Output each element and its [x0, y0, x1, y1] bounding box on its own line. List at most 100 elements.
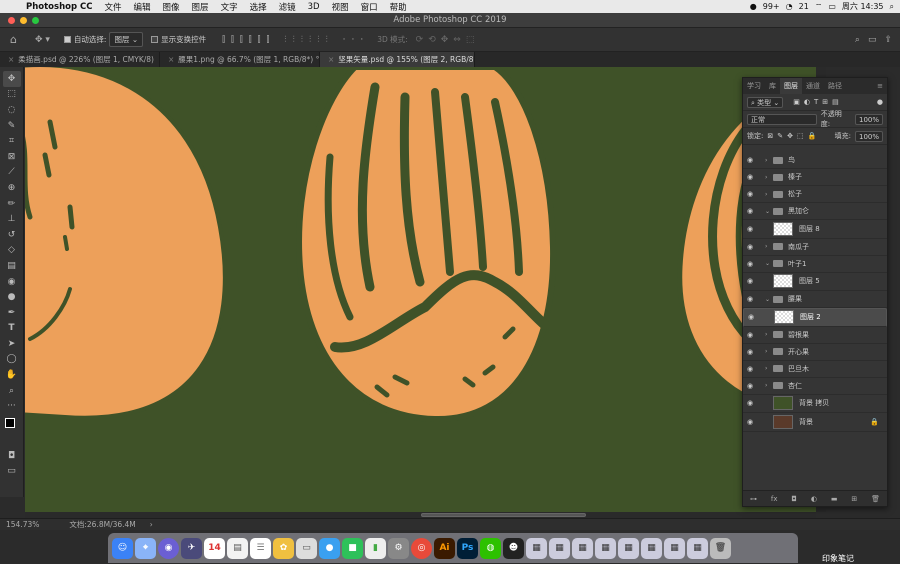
menu-view[interactable]: 视图	[326, 1, 355, 13]
layer-row-group[interactable]: ◉ › 开心果	[743, 344, 887, 361]
shape-tool-icon[interactable]: ◯	[3, 352, 21, 368]
layer-row-group[interactable]: ◉ › 榛子	[743, 169, 887, 186]
quick-select-tool-icon[interactable]: ✎	[3, 118, 21, 134]
adjustment-layer-icon[interactable]: ◐	[811, 495, 817, 503]
siri-icon[interactable]: ◉	[158, 537, 179, 559]
battery-icon[interactable]: ▭	[828, 2, 836, 11]
add-mask-icon[interactable]: ◘	[791, 495, 797, 503]
visibility-eye-icon[interactable]: ◉	[747, 348, 757, 356]
search-icon[interactable]: ⌕	[855, 35, 860, 45]
zoom-window-button[interactable]	[32, 17, 39, 24]
preview-icon[interactable]: ▭	[296, 537, 317, 559]
notes-icon[interactable]: ▤	[227, 537, 248, 559]
visibility-eye-icon[interactable]: ◉	[747, 277, 757, 285]
filter-icons[interactable]: ▣◐T⊞▤	[793, 98, 842, 106]
lock-icons[interactable]: ⊠✎✥⬚🔒	[767, 132, 820, 140]
lasso-tool-icon[interactable]: ◌	[3, 102, 21, 118]
layer-row[interactable]: ◉ 图层 8	[743, 220, 887, 239]
notification-icon[interactable]: ◔	[786, 2, 793, 11]
expand-arrow-icon[interactable]: ›	[765, 157, 773, 164]
document-canvas[interactable]	[25, 67, 816, 512]
window-thumb-icon[interactable]: ▦	[572, 537, 593, 559]
trash-icon[interactable]: 🗑	[710, 537, 731, 559]
visibility-eye-icon[interactable]: ◉	[747, 207, 757, 215]
home-icon[interactable]: ⌂	[10, 33, 17, 46]
menu-3d[interactable]: 3D	[302, 2, 326, 12]
layer-row-group[interactable]: ◉ ⌄ 叶子1	[743, 256, 887, 273]
layer-row-group[interactable]: ◉ ⌄ 黑加仑	[743, 203, 887, 220]
filter-toggle-icon[interactable]: ●	[877, 98, 883, 106]
history-brush-tool-icon[interactable]: ↺	[3, 227, 21, 243]
screen-mode-icon[interactable]: ▭	[3, 464, 21, 480]
gradient-tool-icon[interactable]: ▤	[3, 258, 21, 274]
maps-icon[interactable]: ⌖	[135, 537, 156, 559]
launchpad-icon[interactable]: ✈	[181, 537, 202, 559]
qq-icon[interactable]: ☻	[503, 537, 524, 559]
desktop-app-label[interactable]: 印象笔记	[822, 553, 854, 564]
layer-row-group[interactable]: ◉ › 杏仁	[743, 378, 887, 395]
quick-mask-icon[interactable]: ◘	[3, 448, 21, 464]
photos-icon[interactable]: ✿	[273, 537, 294, 559]
align-icons[interactable]: ⫿⫿⫿⫿⫿⫿ ⫶⫶⫶⫶⫶⫶ ···	[222, 35, 369, 45]
menu-window[interactable]: 窗口	[355, 1, 384, 13]
layer-row-selected[interactable]: ◉ 图层 2	[743, 308, 887, 327]
finder-icon[interactable]: ☺	[112, 537, 133, 559]
wechat-dock-icon[interactable]: ◍	[480, 537, 501, 559]
menu-type[interactable]: 文字	[215, 1, 244, 13]
layer-row-group[interactable]: ◉ › 松子	[743, 186, 887, 203]
blur-tool-icon[interactable]: ◉	[3, 274, 21, 290]
close-tab-icon[interactable]: ×	[328, 55, 334, 64]
delete-layer-icon[interactable]: 🗑	[871, 495, 880, 503]
link-layers-icon[interactable]: ⊶	[750, 495, 757, 503]
opacity-field[interactable]: 100%	[854, 113, 883, 125]
eyedropper-tool-icon[interactable]: ⟋	[3, 165, 21, 181]
expand-arrow-icon[interactable]: ›	[765, 174, 773, 181]
color-swatches-icon[interactable]	[3, 414, 21, 442]
illustrator-icon[interactable]: Ai	[434, 537, 455, 559]
expand-arrow-icon[interactable]: ›	[765, 382, 773, 389]
tab-paths[interactable]: 路径	[824, 78, 846, 94]
numbers-icon[interactable]: ▮	[365, 537, 386, 559]
reminders-icon[interactable]: ☰	[250, 537, 271, 559]
layer-row-group[interactable]: ◉ › 鸟	[743, 152, 887, 169]
window-thumb-icon[interactable]: ▦	[595, 537, 616, 559]
visibility-eye-icon[interactable]: ◉	[747, 260, 757, 268]
marquee-tool-icon[interactable]: ⬚	[3, 87, 21, 103]
expand-arrow-icon[interactable]: ›	[765, 348, 773, 355]
tab-libraries[interactable]: 库	[765, 78, 780, 94]
close-tab-icon[interactable]: ×	[168, 55, 174, 64]
3d-controls-icons[interactable]: ⟳⟲✥⇔⬚	[416, 35, 480, 45]
visibility-eye-icon[interactable]: ◉	[747, 399, 757, 407]
brush-tool-icon[interactable]: ✏	[3, 196, 21, 212]
minimize-window-button[interactable]	[20, 17, 27, 24]
expand-arrow-icon[interactable]: ›	[765, 365, 773, 372]
notification-count[interactable]: 21	[799, 2, 809, 11]
auto-select-checkbox[interactable]	[63, 36, 71, 43]
wifi-icon[interactable]: ⌔	[815, 2, 823, 12]
tab-document-1[interactable]: × 柔描画.psd @ 226% (图层 1, CMYK/8)	[0, 52, 160, 67]
window-thumb-icon[interactable]: ▦	[526, 537, 547, 559]
collapse-arrow-icon[interactable]: ⌄	[765, 296, 773, 303]
show-transform-checkbox[interactable]	[151, 36, 159, 43]
frame-tool-icon[interactable]: ⊠	[3, 149, 21, 165]
auto-select-dropdown[interactable]: 图层 ⌄	[109, 32, 144, 47]
healing-brush-tool-icon[interactable]: ⊕	[3, 180, 21, 196]
share-icon[interactable]: ⇪	[884, 35, 892, 45]
visibility-eye-icon[interactable]: ◉	[747, 365, 757, 373]
tab-learn[interactable]: 学习	[743, 78, 765, 94]
visibility-eye-icon[interactable]: ◉	[747, 243, 757, 251]
menu-select[interactable]: 选择	[244, 1, 273, 13]
foreground-color-swatch[interactable]	[4, 418, 15, 429]
visibility-eye-icon[interactable]: ◉	[747, 295, 757, 303]
status-more-button[interactable]: ›	[150, 520, 153, 529]
zoom-tool-icon[interactable]: ⌕	[3, 383, 21, 399]
collapse-arrow-icon[interactable]: ⌄	[765, 208, 773, 215]
wechat-icon[interactable]: ●	[750, 2, 757, 11]
horizontal-scroll-thumb[interactable]	[421, 513, 586, 517]
badge-count[interactable]: 99+	[763, 2, 780, 11]
expand-arrow-icon[interactable]: ›	[765, 191, 773, 198]
layer-row-background[interactable]: ◉ 背景 🔒	[743, 413, 887, 432]
menu-filter[interactable]: 滤镜	[273, 1, 302, 13]
layer-kind-filter[interactable]: ⌕ 类型 ⌄	[747, 96, 784, 108]
collapse-arrow-icon[interactable]: ⌄	[765, 260, 773, 267]
